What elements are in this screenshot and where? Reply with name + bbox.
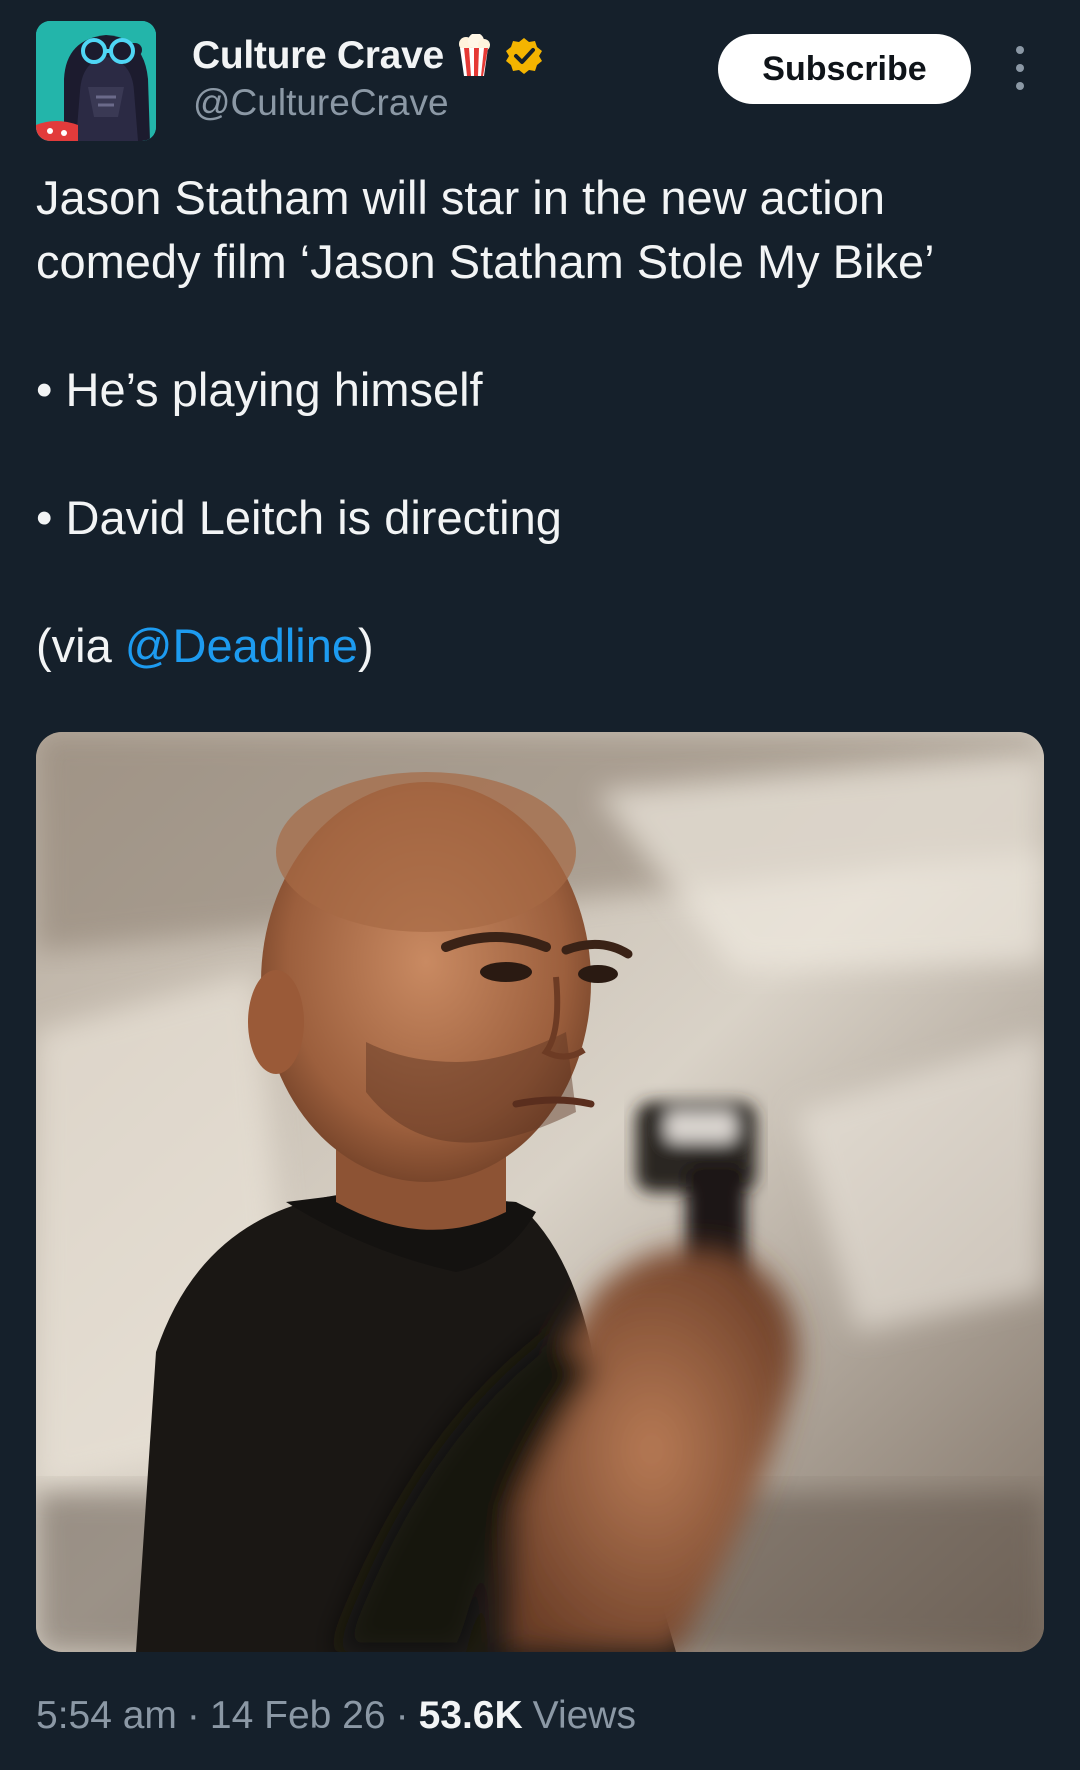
avatar[interactable] [36, 21, 156, 141]
tweet-via-line: (via @Deadline) [36, 614, 1046, 678]
tweet-time[interactable]: 5:54 am [36, 1694, 177, 1738]
via-suffix: ) [358, 619, 374, 672]
tweet-bullet-1: • He’s playing himself [36, 363, 483, 416]
meta-separator: · [395, 1694, 409, 1737]
views-label[interactable]: Views [533, 1694, 636, 1738]
author-handle[interactable]: @CultureCrave [193, 82, 449, 124]
tweet-meta: 5:54 am · 14 Feb 26 · 53.6K Views [36, 1694, 636, 1738]
tweet-detail: Culture Crave @CultureCrave Subscribe Ja… [0, 0, 1080, 1770]
tweet-bullet-2: • David Leitch is directing [36, 491, 562, 544]
tweet-text-line-2: comedy film ‘Jason Statham Stole My Bike… [36, 235, 935, 288]
meta-separator: · [186, 1694, 200, 1737]
verified-badge-icon[interactable] [504, 36, 544, 76]
display-name[interactable]: Culture Crave [192, 34, 444, 78]
views-count[interactable]: 53.6K [419, 1694, 523, 1738]
tweet-date[interactable]: 14 Feb 26 [210, 1694, 386, 1738]
popcorn-icon [454, 33, 494, 78]
author-name-row[interactable]: Culture Crave [192, 30, 544, 82]
subscribe-button[interactable]: Subscribe [718, 34, 971, 104]
tweet-text-line-1: Jason Statham will star in the new actio… [36, 171, 886, 224]
mention-link[interactable]: @Deadline [125, 619, 358, 672]
via-prefix: (via [36, 619, 125, 672]
more-vertical-icon[interactable] [1008, 46, 1032, 90]
tweet-photo[interactable] [36, 732, 1044, 1652]
